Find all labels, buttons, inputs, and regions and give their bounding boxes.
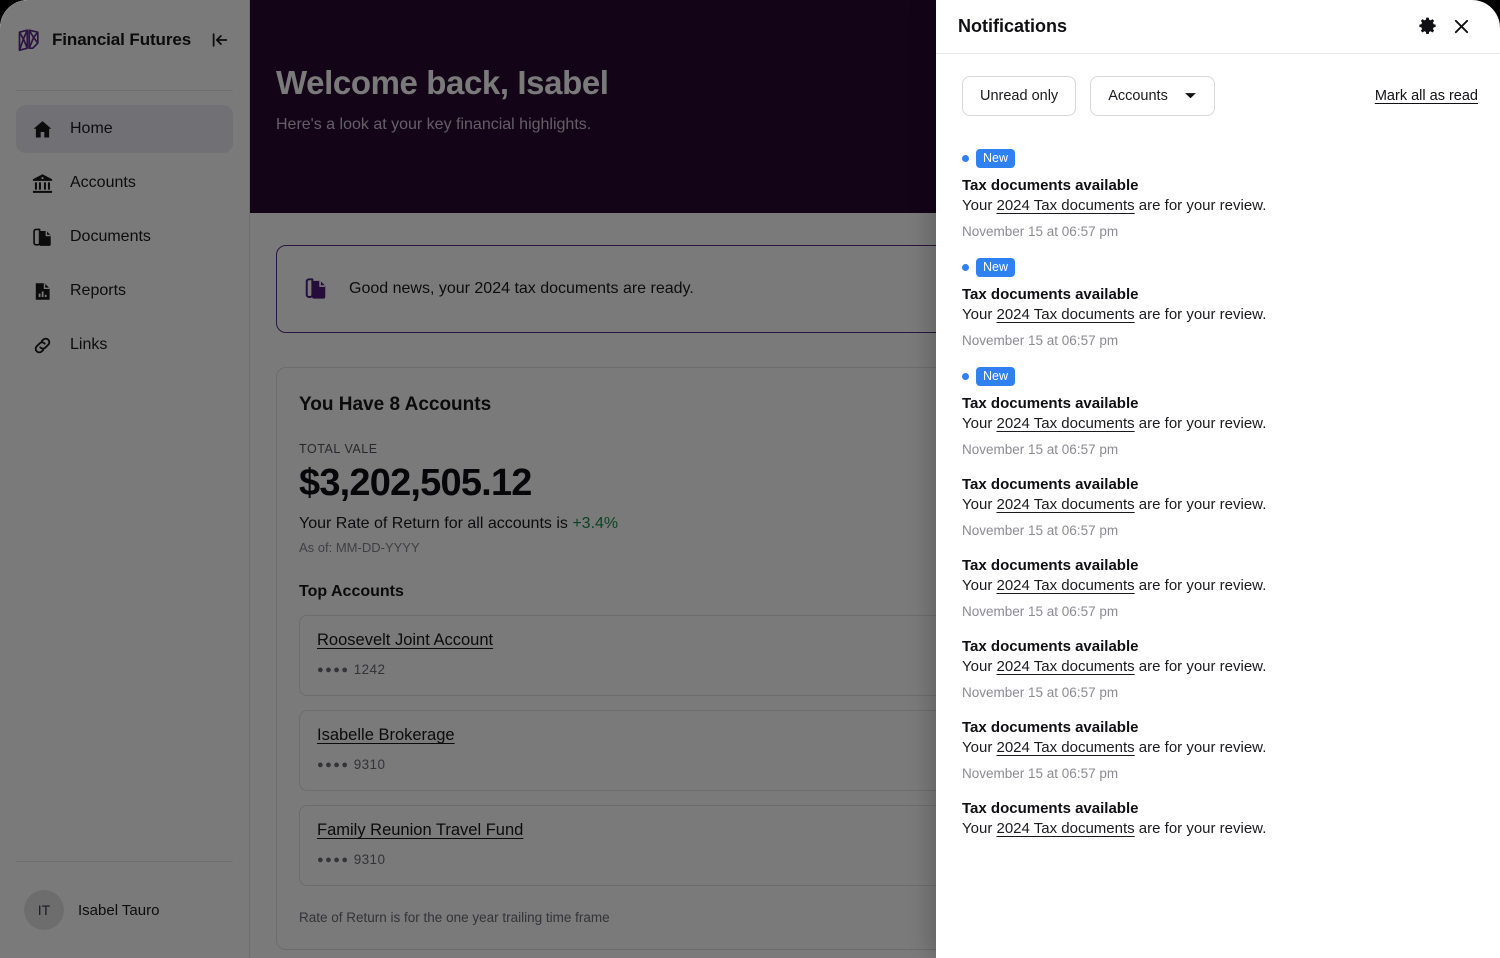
- new-indicator: New: [962, 149, 1474, 168]
- tax-documents-link[interactable]: 2024 Tax documents: [996, 658, 1134, 675]
- notification-title: Tax documents available: [962, 286, 1139, 303]
- notifications-list[interactable]: New Tax documents available Your 2024 Ta…: [936, 132, 1500, 958]
- category-filter-label: Accounts: [1108, 88, 1168, 104]
- tax-documents-link[interactable]: 2024 Tax documents: [996, 197, 1134, 214]
- modal-overlay[interactable]: [0, 0, 936, 958]
- body-suffix: are for your review.: [1134, 658, 1267, 675]
- body-prefix: Your: [962, 739, 997, 756]
- tax-documents-link[interactable]: 2024 Tax documents: [996, 306, 1134, 323]
- body-suffix: are for your review.: [1134, 496, 1267, 513]
- body-prefix: Your: [962, 415, 997, 432]
- list-item[interactable]: Tax documents available Your 2024 Tax do…: [962, 629, 1474, 710]
- body-suffix: are for your review.: [1134, 739, 1267, 756]
- notification-body: Your 2024 Tax documents are for your rev…: [962, 739, 1474, 756]
- notification-timestamp: November 15 at 06:57 pm: [962, 333, 1119, 348]
- unread-dot-icon: [962, 264, 969, 271]
- notifications-header: Notifications: [936, 0, 1500, 54]
- list-item[interactable]: Tax documents available Your 2024 Tax do…: [962, 791, 1474, 847]
- body-suffix: are for your review.: [1134, 306, 1267, 323]
- list-item[interactable]: New Tax documents available Your 2024 Ta…: [962, 358, 1474, 467]
- tax-documents-link[interactable]: 2024 Tax documents: [996, 415, 1134, 432]
- notification-body: Your 2024 Tax documents are for your rev…: [962, 415, 1474, 432]
- list-item[interactable]: New Tax documents available Your 2024 Ta…: [962, 249, 1474, 358]
- notification-body: Your 2024 Tax documents are for your rev…: [962, 197, 1474, 214]
- notification-body: Your 2024 Tax documents are for your rev…: [962, 820, 1474, 837]
- new-indicator: New: [962, 367, 1474, 386]
- tax-documents-link[interactable]: 2024 Tax documents: [996, 577, 1134, 594]
- body-prefix: Your: [962, 658, 997, 675]
- notification-title: Tax documents available: [962, 476, 1139, 493]
- body-suffix: are for your review.: [1134, 820, 1267, 837]
- body-prefix: Your: [962, 197, 997, 214]
- notifications-panel: Notifications Unread only Accounts Mark …: [936, 0, 1500, 958]
- tax-documents-link[interactable]: 2024 Tax documents: [996, 496, 1134, 513]
- list-item[interactable]: New Tax documents available Your 2024 Ta…: [962, 140, 1474, 249]
- tax-documents-link[interactable]: 2024 Tax documents: [996, 739, 1134, 756]
- notification-title: Tax documents available: [962, 557, 1139, 574]
- body-prefix: Your: [962, 306, 997, 323]
- notification-title: Tax documents available: [962, 800, 1139, 817]
- notifications-title: Notifications: [958, 16, 1068, 36]
- status-badge: New: [976, 367, 1016, 386]
- new-indicator: New: [962, 258, 1474, 277]
- notification-body: Your 2024 Tax documents are for your rev…: [962, 658, 1474, 675]
- unread-only-filter-button[interactable]: Unread only: [962, 76, 1077, 116]
- notification-title: Tax documents available: [962, 719, 1139, 736]
- list-item[interactable]: Tax documents available Your 2024 Tax do…: [962, 710, 1474, 791]
- close-icon[interactable]: [1444, 10, 1478, 44]
- body-prefix: Your: [962, 496, 997, 513]
- notification-title: Tax documents available: [962, 177, 1139, 194]
- notification-title: Tax documents available: [962, 638, 1139, 655]
- status-badge: New: [976, 258, 1016, 277]
- body-suffix: are for your review.: [1134, 197, 1267, 214]
- notifications-filters: Unread only Accounts Mark all as read: [936, 54, 1500, 132]
- unread-only-label: Unread only: [980, 88, 1059, 104]
- notification-body: Your 2024 Tax documents are for your rev…: [962, 496, 1474, 513]
- notification-timestamp: November 15 at 06:57 pm: [962, 523, 1119, 538]
- body-suffix: are for your review.: [1134, 577, 1267, 594]
- tax-documents-link[interactable]: 2024 Tax documents: [996, 820, 1134, 837]
- notification-timestamp: November 15 at 06:57 pm: [962, 685, 1119, 700]
- body-prefix: Your: [962, 820, 997, 837]
- list-item[interactable]: Tax documents available Your 2024 Tax do…: [962, 467, 1474, 548]
- notification-title: Tax documents available: [962, 395, 1139, 412]
- mark-all-as-read-link[interactable]: Mark all as read: [1375, 88, 1478, 104]
- category-filter-dropdown[interactable]: Accounts: [1090, 76, 1215, 116]
- unread-dot-icon: [962, 155, 969, 162]
- body-suffix: are for your review.: [1134, 415, 1267, 432]
- list-item[interactable]: Tax documents available Your 2024 Tax do…: [962, 548, 1474, 629]
- notification-timestamp: November 15 at 06:57 pm: [962, 224, 1119, 239]
- unread-dot-icon: [962, 373, 969, 380]
- chevron-down-icon: [1184, 88, 1197, 104]
- notification-body: Your 2024 Tax documents are for your rev…: [962, 306, 1474, 323]
- notification-timestamp: November 15 at 06:57 pm: [962, 766, 1119, 781]
- notification-body: Your 2024 Tax documents are for your rev…: [962, 577, 1474, 594]
- notification-timestamp: November 15 at 06:57 pm: [962, 604, 1119, 619]
- gear-icon[interactable]: [1410, 10, 1444, 44]
- app-window: Financial Futures Hom: [0, 0, 1500, 958]
- status-badge: New: [976, 149, 1016, 168]
- notification-timestamp: November 15 at 06:57 pm: [962, 442, 1119, 457]
- body-prefix: Your: [962, 577, 997, 594]
